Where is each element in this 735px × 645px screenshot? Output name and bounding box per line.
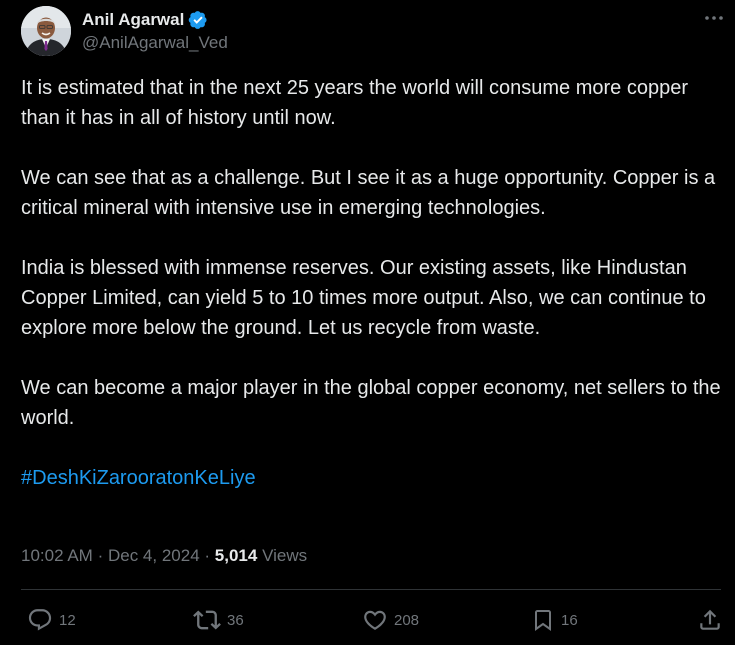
author-display-name[interactable]: Anil Agarwal [82,9,184,30]
tweet-time[interactable]: 10:02 AM [21,546,93,565]
bookmark-icon [531,607,555,633]
bookmark-count: 16 [561,611,578,629]
author-name-row: Anil Agarwal [82,9,228,30]
tweet-paragraph-4: We can become a major player in the glob… [21,377,721,429]
tweet-date[interactable]: Dec 4, 2024 [108,546,200,565]
tweet-meta: 10:02 AM · Dec 4, 2024 · 5,014 Views [21,544,307,568]
heart-icon [362,607,388,633]
meta-separator: · [97,546,104,565]
tweet-paragraph-1: It is estimated that in the next 25 year… [21,77,688,129]
like-count: 208 [394,611,420,629]
views-label: Views [262,546,308,565]
more-dots-icon[interactable] [703,10,725,26]
avatar[interactable] [21,6,71,56]
hashtag-link[interactable]: #DeshKiZarooratonKeLiye [21,467,256,489]
tweet-text: It is estimated that in the next 25 year… [21,73,726,523]
tweet-header: Anil Agarwal @AnilAgarwal_Ved [21,6,228,56]
author-handle[interactable]: @AnilAgarwal_Ved [82,32,228,53]
tweet: Anil Agarwal @AnilAgarwal_Ved It is esti… [0,0,735,645]
action-bar: 12 36 208 16 [0,605,735,635]
repost-button[interactable]: 36 [193,605,244,635]
tweet-hashtag-paragraph: #DeshKiZarooratonKeLiye [21,463,726,493]
tweet-paragraph-3: India is blessed with immense reserves. … [21,257,706,339]
like-button[interactable]: 208 [362,605,419,635]
views-count: 5,014 [214,546,258,565]
author-names: Anil Agarwal @AnilAgarwal_Ved [82,9,228,53]
bookmark-button[interactable]: 16 [531,605,578,635]
tweet-paragraph-2: We can see that as a challenge. But I se… [21,167,716,219]
share-icon [697,607,723,633]
verified-badge-icon[interactable] [188,10,208,30]
reply-count: 12 [59,611,76,629]
divider [21,589,721,590]
meta-separator: · [204,546,211,565]
repost-icon [193,606,221,634]
reply-icon [27,607,53,633]
share-button[interactable] [697,605,723,635]
reply-button[interactable]: 12 [27,605,76,635]
repost-count: 36 [227,611,244,629]
